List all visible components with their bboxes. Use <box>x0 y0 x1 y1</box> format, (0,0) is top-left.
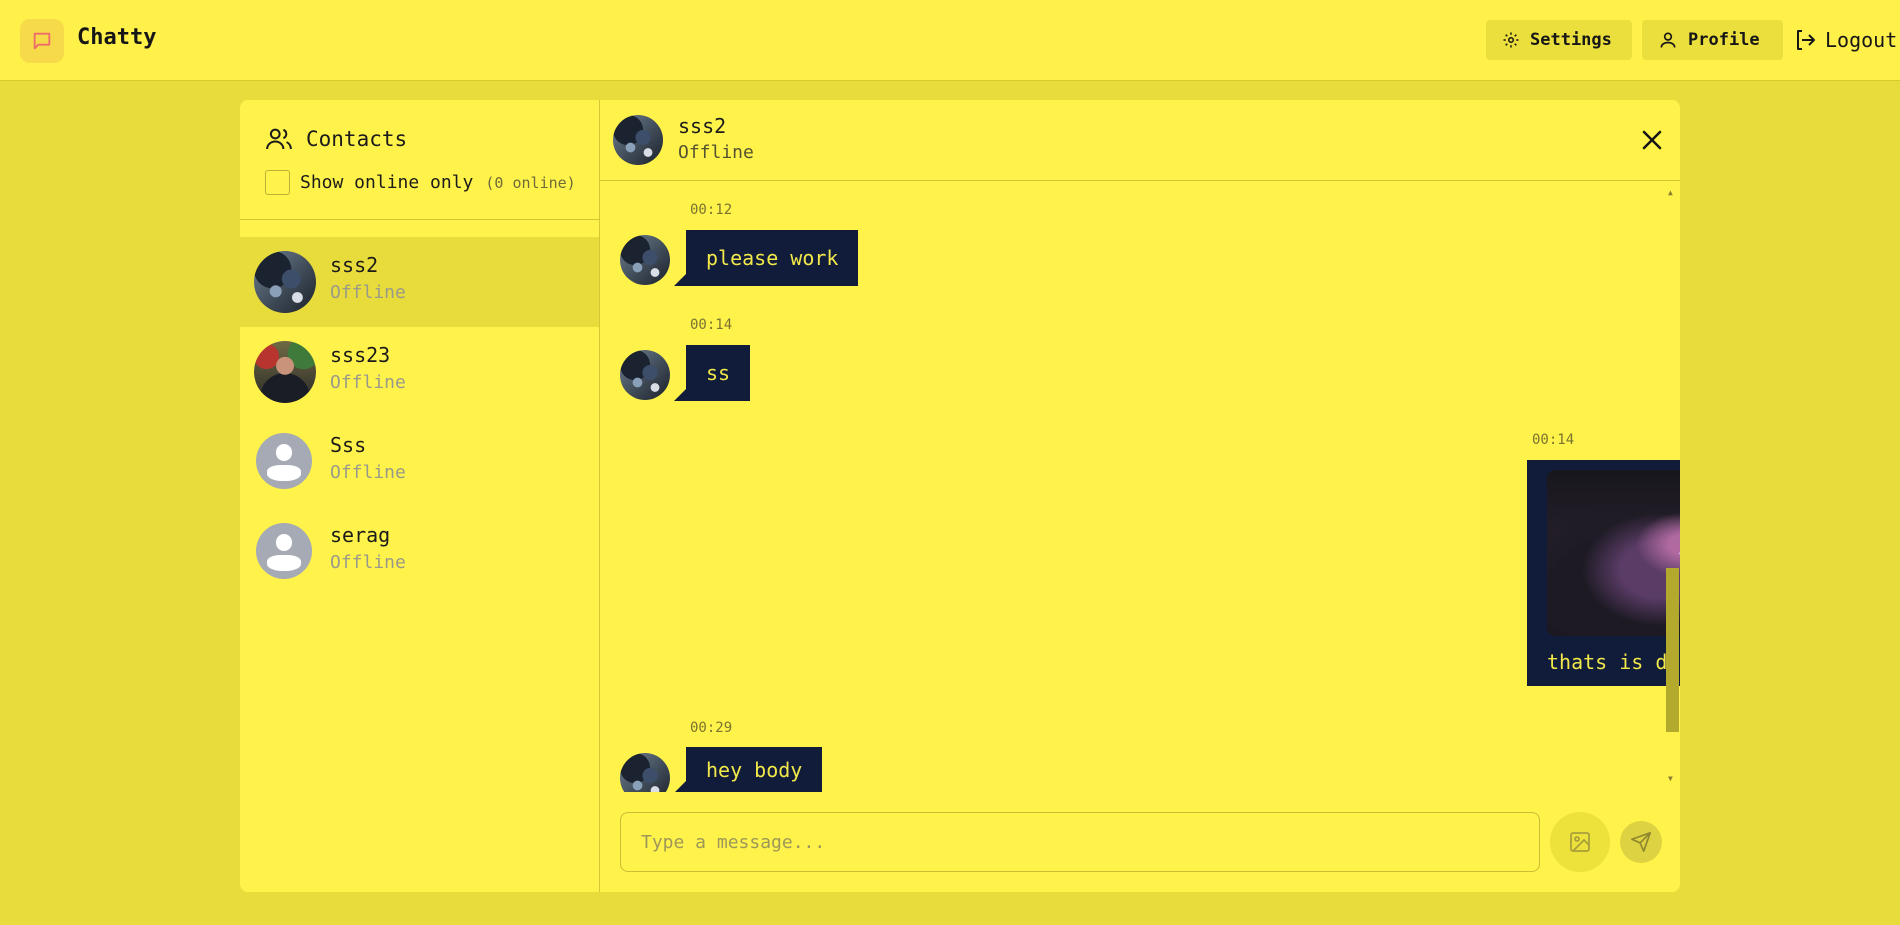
main-panel: Contacts Show online only (0 online) sss… <box>240 100 1680 892</box>
users-icon <box>266 128 292 150</box>
image-message-bubble: thats is dope <box>1527 460 1680 686</box>
profile-button[interactable]: Profile <box>1642 20 1783 60</box>
message-avatar <box>620 235 670 285</box>
logo[interactable] <box>20 19 64 63</box>
message-bubble: hey body <box>673 747 823 792</box>
avatar <box>254 251 316 313</box>
attached-image[interactable] <box>1547 470 1680 636</box>
user-icon <box>1660 32 1676 48</box>
contact-name: serag <box>330 523 391 547</box>
contact-status: Offline <box>330 372 406 393</box>
contact-item-sss23[interactable]: sss23 Offline <box>240 327 599 417</box>
message-avatar <box>620 753 670 792</box>
message-bubble: ss <box>673 345 751 401</box>
online-filter-label: Show online only <box>300 172 474 193</box>
message-avatar <box>620 350 670 400</box>
logout-label: Logout <box>1825 28 1898 52</box>
message-time: 00:29 <box>690 720 733 736</box>
chat-contact-name: sss2 <box>678 114 727 138</box>
settings-button[interactable]: Settings <box>1486 20 1632 60</box>
send-icon <box>1631 832 1651 852</box>
contacts-heading: Contacts <box>264 124 407 154</box>
profile-label: Profile <box>1688 30 1760 50</box>
contact-name: sss2 <box>330 253 379 277</box>
contact-name: Sss <box>330 433 367 457</box>
contact-item-sss2[interactable]: sss2 Offline <box>240 237 599 327</box>
contact-status: Offline <box>330 462 406 483</box>
message-time: 00:14 <box>690 317 733 333</box>
message-time: 00:14 <box>1532 432 1575 448</box>
chat-contact-status: Offline <box>678 142 754 163</box>
contacts-title: Contacts <box>306 127 408 151</box>
default-user-icon <box>256 433 312 489</box>
contacts-sidebar: Contacts Show online only (0 online) sss… <box>240 100 600 892</box>
scrollbar-thumb[interactable] <box>1666 568 1679 732</box>
app-title[interactable]: Chatty <box>77 25 156 50</box>
chat-area: sss2 Offline 00:12 please work 00:14 ss … <box>600 100 1680 892</box>
logout-button[interactable]: Logout <box>1793 20 1897 60</box>
message-text: hey body <box>706 758 803 782</box>
message-input[interactable] <box>620 812 1540 872</box>
default-user-icon <box>256 523 312 579</box>
send-button[interactable] <box>1620 821 1662 863</box>
scroll-up-arrow-icon[interactable]: ▲ <box>1668 188 1673 197</box>
contact-status: Offline <box>330 552 406 573</box>
lightning-graphic <box>1678 552 1680 555</box>
attach-image-button[interactable] <box>1550 812 1610 872</box>
message-text: ss <box>706 361 731 385</box>
close-icon[interactable] <box>1640 128 1664 152</box>
contact-item-sss[interactable]: Sss Offline <box>240 417 599 507</box>
message-text: thats is dope <box>1547 650 1680 674</box>
contact-name: sss23 <box>330 343 391 367</box>
message-time: 00:12 <box>690 202 733 218</box>
message-text: please work <box>706 246 839 270</box>
message-list[interactable]: 00:12 please work 00:14 ss 00:14 thats i… <box>600 182 1680 792</box>
online-count: (0 online) <box>485 173 576 192</box>
contact-status: Offline <box>330 282 406 303</box>
top-bar: Chatty Settings Profile Logout <box>0 0 1900 81</box>
chat-contact-avatar <box>613 115 663 165</box>
message-bubble: please work <box>673 230 859 286</box>
contacts-header: Contacts Show online only (0 online) <box>240 100 599 220</box>
chat-bubble-icon <box>33 32 51 50</box>
scroll-down-arrow-icon[interactable]: ▼ <box>1668 774 1673 783</box>
contact-item-serag[interactable]: serag Offline <box>240 507 599 597</box>
gear-icon <box>1503 32 1519 48</box>
logout-icon <box>1797 30 1815 50</box>
online-filter[interactable]: Show online only (0 online) <box>265 170 576 195</box>
settings-label: Settings <box>1530 30 1612 50</box>
online-only-checkbox[interactable] <box>265 170 290 195</box>
image-icon <box>1570 832 1590 852</box>
chat-header: sss2 Offline <box>600 100 1680 181</box>
avatar <box>254 341 316 403</box>
